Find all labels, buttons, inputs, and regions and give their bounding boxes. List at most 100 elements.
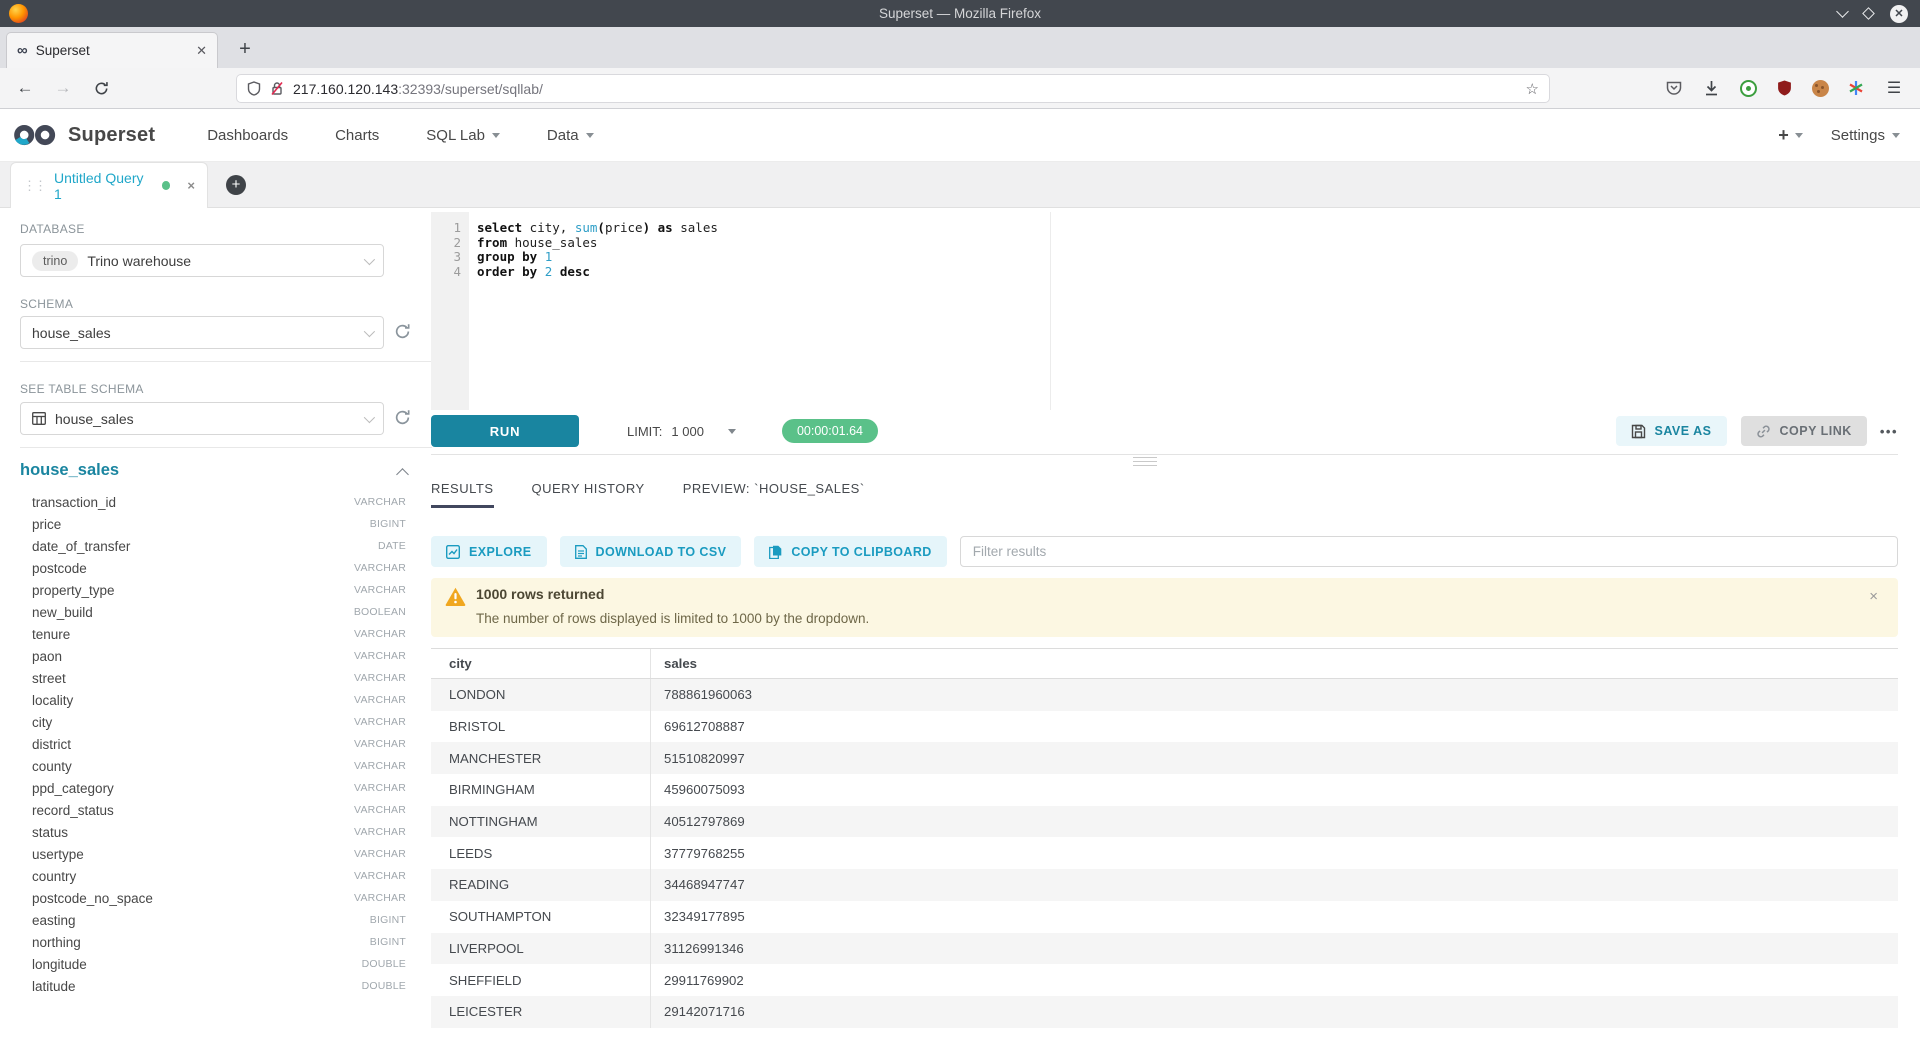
column-row: postcode_no_spaceVARCHAR: [20, 887, 432, 909]
code-line: from house_sales: [477, 236, 718, 251]
results-table[interactable]: city sales LONDON788861960063BRISTOL6961…: [431, 648, 1898, 1042]
downloads-icon[interactable]: [1699, 76, 1723, 100]
result-row: LEICESTER29142071716: [431, 996, 1898, 1028]
cell-city: LEEDS: [431, 837, 650, 869]
alert-title: 1000 rows returned: [476, 586, 604, 602]
table-panel-title[interactable]: house_sales: [20, 461, 119, 480]
filter-results-input[interactable]: [960, 536, 1898, 567]
warning-icon: [445, 587, 466, 606]
query-tab-close-icon[interactable]: ×: [187, 178, 195, 193]
editor-toolbar: RUN LIMIT: 1 000 00:00:01.64 SAVE AS COP…: [431, 415, 1898, 447]
line-number: 1: [431, 221, 469, 236]
nav-sql-lab[interactable]: SQL Lab: [426, 127, 500, 144]
line-number: 3: [431, 250, 469, 265]
result-row: BIRMINGHAM45960075093: [431, 774, 1898, 806]
add-query-tab-button[interactable]: +: [226, 175, 246, 195]
brand-title: Superset: [68, 124, 155, 147]
run-button[interactable]: RUN: [431, 415, 579, 447]
cell-sales: 51510820997: [650, 742, 1898, 774]
column-type: VARCHAR: [354, 782, 406, 794]
extension-ublock-icon[interactable]: [1772, 76, 1796, 100]
line-number: 4: [431, 265, 469, 280]
nav-charts[interactable]: Charts: [335, 127, 379, 144]
results-tab-bar: RESULTS QUERY HISTORY PREVIEW: `HOUSE_SA…: [431, 481, 865, 508]
link-icon: [1756, 424, 1771, 439]
file-icon: [575, 545, 587, 559]
column-name: ppd_category: [32, 781, 114, 796]
result-row: NOTTINGHAM40512797869: [431, 806, 1898, 838]
back-button[interactable]: ←: [12, 75, 38, 101]
browser-toolbar: ← → 217.160.120.143:32393/superset/sqlla…: [0, 68, 1920, 109]
pocket-icon[interactable]: [1662, 76, 1686, 100]
explore-button[interactable]: EXPLORE: [431, 536, 547, 567]
forward-button[interactable]: →: [50, 75, 76, 101]
extension-cookie-icon[interactable]: [1808, 76, 1832, 100]
sql-editor[interactable]: 1234 select city, sum(price) as salesfro…: [431, 212, 1898, 410]
new-tab-button[interactable]: +: [232, 37, 258, 63]
window-minimize-icon[interactable]: [1836, 5, 1849, 18]
query-tab[interactable]: ⋮⋮ Untitled Query 1 ×: [10, 162, 208, 208]
column-type: VARCHAR: [354, 826, 406, 838]
window-close-icon[interactable]: ✕: [1890, 5, 1908, 23]
limit-dropdown[interactable]: LIMIT: 1 000: [627, 424, 736, 439]
nav-dashboards[interactable]: Dashboards: [207, 127, 288, 144]
url-input[interactable]: 217.160.120.143:32393/superset/sqllab/ ☆: [237, 75, 1549, 102]
database-select[interactable]: trino Trino warehouse: [20, 244, 384, 277]
save-as-button[interactable]: SAVE AS: [1616, 416, 1727, 446]
refresh-table-icon[interactable]: [394, 409, 414, 429]
tab-preview[interactable]: PREVIEW: `HOUSE_SALES`: [683, 481, 865, 508]
cell-city: BIRMINGHAM: [431, 774, 650, 806]
table-schema-value: house_sales: [55, 411, 134, 427]
table-schema-select[interactable]: house_sales: [20, 402, 384, 435]
cell-sales: 788861960063: [650, 679, 1898, 711]
column-row: tenureVARCHAR: [20, 623, 432, 645]
column-name: tenure: [32, 627, 70, 642]
collapse-table-icon[interactable]: [396, 468, 409, 481]
cell-sales: 40512797869: [650, 806, 1898, 838]
resize-handle[interactable]: [1133, 457, 1157, 466]
chevron-down-icon: [586, 133, 594, 138]
download-csv-button[interactable]: DOWNLOAD TO CSV: [560, 536, 742, 567]
see-table-schema-label: SEE TABLE SCHEMA: [20, 382, 144, 396]
nav-data[interactable]: Data: [547, 127, 594, 144]
tracking-shield-icon[interactable]: [247, 81, 261, 96]
column-type: DOUBLE: [362, 980, 406, 992]
code-line: group by 1: [477, 250, 718, 265]
drag-handle-icon[interactable]: ⋮⋮: [23, 178, 45, 194]
chevron-down-icon: [364, 325, 375, 336]
window-maximize-icon[interactable]: [1862, 7, 1875, 20]
tab-results[interactable]: RESULTS: [431, 481, 494, 508]
lock-insecure-icon[interactable]: [270, 81, 284, 96]
cell-sales: 32349177895: [650, 901, 1898, 933]
schema-value: house_sales: [32, 325, 111, 341]
superset-brand[interactable]: Superset: [12, 120, 155, 150]
cell-sales: 69612708887: [650, 711, 1898, 743]
column-type: VARCHAR: [354, 760, 406, 772]
more-options-button[interactable]: •••: [1880, 424, 1898, 439]
alert-close-icon[interactable]: ×: [1869, 588, 1878, 605]
add-new-button[interactable]: +: [1778, 125, 1803, 146]
sql-lab-sidebar: DATABASE trino Trino warehouse SCHEMA ho…: [20, 208, 432, 1042]
settings-menu[interactable]: Settings: [1831, 127, 1900, 144]
refresh-schema-icon[interactable]: [394, 323, 414, 343]
extension-badger-icon[interactable]: [1736, 76, 1760, 100]
chevron-down-icon: [364, 411, 375, 422]
reload-button[interactable]: [88, 75, 114, 101]
schema-select[interactable]: house_sales: [20, 316, 384, 349]
tab-query-history[interactable]: QUERY HISTORY: [532, 481, 645, 508]
bookmark-star-icon[interactable]: ☆: [1526, 80, 1539, 98]
copy-clipboard-button[interactable]: COPY TO CLIPBOARD: [754, 536, 946, 567]
column-row: countryVARCHAR: [20, 865, 432, 887]
chevron-down-icon: [1795, 133, 1803, 138]
tab-close-icon[interactable]: ✕: [196, 43, 207, 59]
results-actions: EXPLORE DOWNLOAD TO CSV COPY TO CLIPBOAR…: [431, 536, 1898, 567]
header-city[interactable]: city: [431, 649, 650, 678]
header-sales[interactable]: sales: [650, 649, 1898, 678]
extension-asterisk-icon[interactable]: [1844, 76, 1868, 100]
menu-button[interactable]: ☰: [1882, 76, 1906, 100]
column-row: date_of_transferDATE: [20, 535, 432, 557]
result-row: LONDON788861960063: [431, 679, 1898, 711]
copy-link-button[interactable]: COPY LINK: [1741, 416, 1867, 446]
browser-tab[interactable]: ∞ Superset ✕: [6, 32, 218, 68]
column-row: postcodeVARCHAR: [20, 557, 432, 579]
